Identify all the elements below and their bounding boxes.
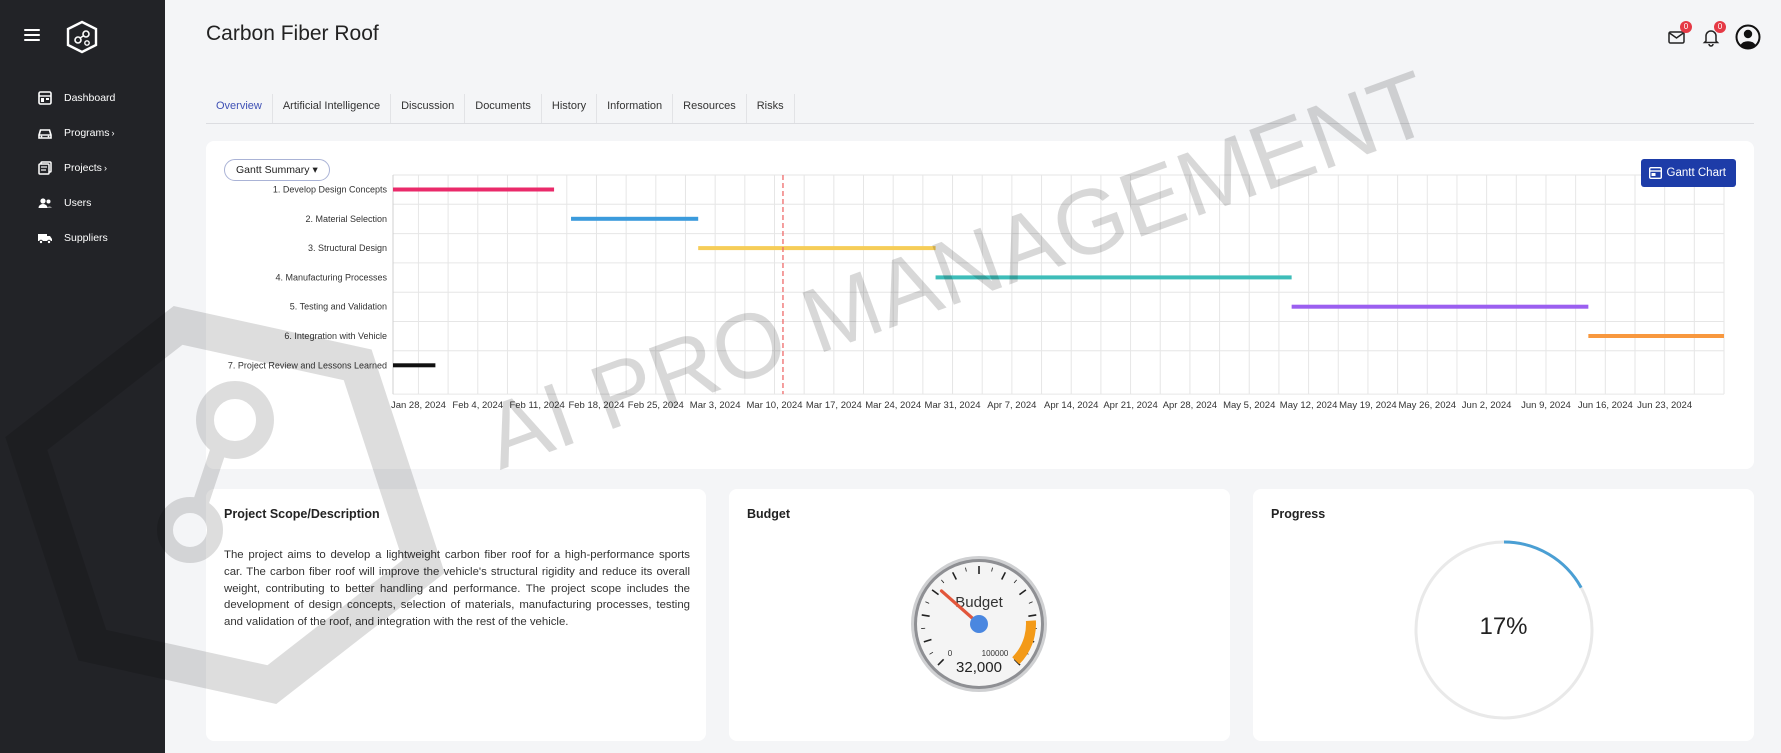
calendar-icon — [1648, 167, 1662, 179]
task-label: 7. Project Review and Lessons Learned — [228, 360, 387, 370]
scope-description: The project aims to develop a lightweigh… — [224, 549, 690, 629]
x-tick-label: Jun 2, 2024 — [1462, 400, 1512, 411]
budget-card: Budget Budget 0 100000 32,000 — [729, 489, 1230, 741]
task-label: 6. Integration with Vehicle — [284, 331, 387, 341]
sidebar: Dashboard Programs › Projects › Users Supplier… — [0, 0, 165, 753]
chevron-right-icon: › — [103, 162, 107, 173]
truck-icon — [38, 233, 52, 244]
tab-resources[interactable]: Resources — [673, 94, 747, 123]
x-tick-label: Mar 24, 2024 — [865, 400, 921, 411]
task-bar[interactable] — [1291, 304, 1589, 309]
header-actions: 0 0 — [1667, 21, 1761, 50]
sidebar-item-suppliers[interactable]: Suppliers — [0, 220, 165, 255]
x-tick-label: Jan 28, 2024 — [391, 400, 446, 411]
sidebar-item-users[interactable]: Users — [0, 185, 165, 220]
task-bar[interactable] — [393, 187, 555, 192]
users-icon — [38, 197, 52, 208]
x-tick-label: Feb 18, 2024 — [568, 400, 624, 411]
dashboard-icon — [38, 90, 52, 105]
task-label: 3. Structural Design — [308, 243, 387, 253]
gantt-summary-label: Gantt Summary — [236, 164, 310, 176]
tab-documents[interactable]: Documents — [465, 94, 542, 123]
mail-badge: 0 — [1680, 21, 1692, 33]
tab-artificial-intelligence[interactable]: Artificial Intelligence — [273, 94, 392, 123]
x-tick-label: May 12, 2024 — [1280, 400, 1338, 411]
x-tick-label: Mar 3, 2024 — [690, 400, 741, 411]
x-tick-label: Jun 9, 2024 — [1521, 400, 1571, 411]
tab-history[interactable]: History — [542, 94, 598, 123]
tab-bar: Overview Artificial Intelligence Discussio… — [206, 94, 1754, 124]
task-bar[interactable] — [393, 363, 436, 368]
task-bar[interactable] — [935, 275, 1292, 280]
page-title: Carbon Fiber Roof — [206, 22, 379, 45]
task-bar[interactable] — [1588, 334, 1724, 338]
sidebar-item-label: Projects — [64, 161, 102, 174]
projects-icon — [38, 160, 52, 175]
mail-button[interactable]: 0 — [1667, 21, 1692, 47]
gantt-chart-button-label: Gantt Chart — [1666, 167, 1726, 179]
tab-information[interactable]: Information — [597, 94, 674, 123]
task-bar[interactable] — [698, 246, 936, 251]
budget-title: Budget — [747, 507, 791, 521]
gantt-summary-dropdown[interactable]: Gantt Summary ▾ — [224, 159, 330, 181]
x-tick-label: Apr 21, 2024 — [1103, 400, 1157, 411]
task-label: 2. Material Selection — [305, 214, 387, 224]
sidebar-nav: Dashboard Programs › Projects › Users Supplier… — [0, 80, 165, 255]
gantt-chart-button[interactable]: Gantt Chart — [1640, 159, 1736, 187]
gauge-min-label: 0 — [948, 649, 953, 658]
user-avatar-icon[interactable] — [1735, 24, 1761, 50]
chevron-right-icon: › — [111, 127, 115, 138]
app-logo-icon[interactable] — [64, 20, 100, 54]
tab-overview[interactable]: Overview — [206, 94, 273, 123]
x-tick-label: Apr 14, 2024 — [1044, 400, 1098, 411]
notifications-button[interactable]: 0 — [1701, 21, 1726, 47]
x-tick-label: Mar 10, 2024 — [747, 400, 803, 411]
x-tick-label: May 26, 2024 — [1398, 400, 1456, 411]
x-tick-label: Mar 31, 2024 — [925, 400, 981, 411]
gauge-hub — [970, 615, 988, 633]
sidebar-item-projects[interactable]: Projects › — [0, 150, 165, 185]
sidebar-item-dashboard[interactable]: Dashboard — [0, 80, 165, 115]
tab-discussion[interactable]: Discussion — [391, 94, 466, 123]
progress-title: Progress — [1271, 507, 1326, 521]
notification-badge: 0 — [1714, 21, 1726, 33]
sidebar-item-label: Programs — [64, 126, 110, 139]
x-tick-label: Jun 16, 2024 — [1578, 400, 1633, 411]
tab-risks[interactable]: Risks — [747, 94, 795, 123]
scope-title: Project Scope/Description — [224, 507, 380, 521]
x-tick-label: May 19, 2024 — [1339, 400, 1397, 411]
gauge-value: 32,000 — [956, 659, 1002, 676]
sidebar-item-label: Suppliers — [64, 231, 108, 244]
task-label: 5. Testing and Validation — [290, 302, 387, 312]
progress-card: Progress 17% — [1253, 489, 1754, 741]
x-tick-label: Feb 25, 2024 — [628, 400, 684, 411]
budget-gauge: Budget 0 100000 32,000 — [911, 556, 1047, 692]
progress-percent: 17% — [1479, 613, 1528, 640]
sidebar-item-label: Users — [64, 196, 92, 209]
task-bar[interactable] — [571, 216, 699, 221]
gantt-chart: Jan 28, 2024 Feb 4, 2024 Feb 11, 2024 Feb 1… — [228, 174, 1725, 411]
x-tick-label: Apr 28, 2024 — [1163, 400, 1217, 411]
x-tick-label: Jun 23, 2024 — [1637, 400, 1692, 411]
sidebar-item-programs[interactable]: Programs › — [0, 115, 165, 150]
task-label: 4. Manufacturing Processes — [275, 272, 387, 282]
x-tick-label: Feb 11, 2024 — [509, 400, 564, 411]
progress-arc — [1503, 540, 1583, 589]
scope-card: Project Scope/Description The project ai… — [206, 489, 706, 741]
x-tick-label: May 5, 2024 — [1223, 400, 1275, 411]
x-tick-label: Mar 17, 2024 — [806, 400, 862, 411]
car-icon — [38, 128, 52, 139]
task-label: 1. Develop Design Concepts — [273, 185, 388, 195]
caret-down-icon: ▾ — [312, 164, 318, 176]
x-tick-label: Feb 4, 2024 — [452, 400, 503, 411]
x-tick-label: Apr 7, 2024 — [987, 400, 1036, 411]
menu-icon[interactable] — [24, 29, 40, 43]
gauge-max-label: 100000 — [982, 649, 1009, 658]
sidebar-item-label: Dashboard — [64, 91, 116, 104]
gantt-card: Jan 28, 2024 Feb 4, 2024 Feb 11, 2024 Feb 1… — [206, 141, 1754, 469]
